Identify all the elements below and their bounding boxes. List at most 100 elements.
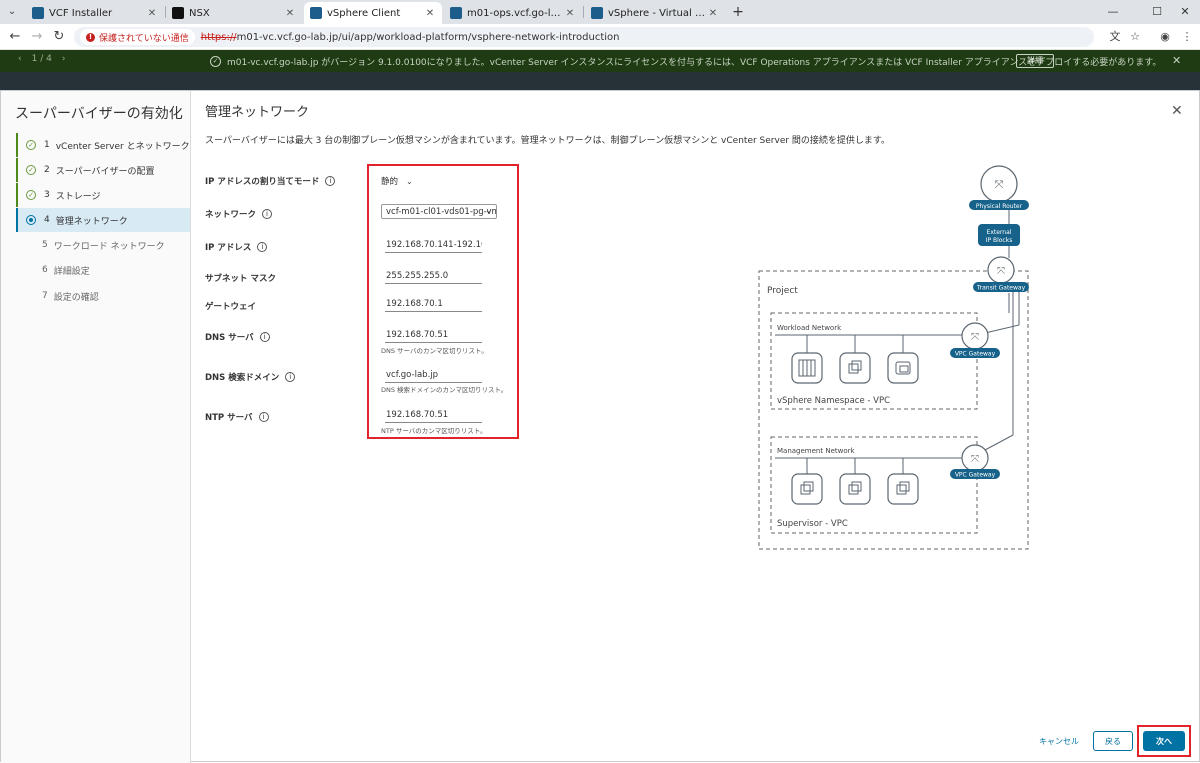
- step-management-network[interactable]: 4 管理ネットワーク: [16, 208, 190, 232]
- step-label: 管理ネットワーク: [55, 216, 128, 227]
- maximize-icon[interactable]: ☐: [1148, 3, 1166, 21]
- close-icon[interactable]: ✕: [564, 8, 576, 19]
- external-ip-label-2: IP Blocks: [986, 237, 1013, 244]
- step-label: 詳細設定: [53, 266, 90, 277]
- pending-step-icon: [24, 291, 34, 301]
- url-scheme: https://: [200, 31, 237, 43]
- tab-search-icon[interactable]: ⌄: [4, 4, 20, 20]
- wizard-title: スーパーバイザーの有効化: [15, 106, 183, 122]
- step-number: 1: [44, 140, 50, 150]
- ip-mode-label: IP アドレスの割り当てモード i: [205, 175, 336, 187]
- browser-tab-bar: ⌄ VCF Installer ✕ NSX ✕ vSphere Client ✕…: [0, 0, 1200, 24]
- step-storage[interactable]: ✓ 3 ストレージ: [16, 183, 190, 207]
- vpc-gateway-label: VPC Gateway: [955, 472, 996, 479]
- step-label: ストレージ: [55, 191, 101, 202]
- close-icon[interactable]: ✕: [284, 8, 296, 19]
- back-button[interactable]: 戻る: [1093, 731, 1133, 751]
- new-tab-button[interactable]: +: [729, 3, 747, 21]
- transit-gateway-label: Transit Gateway: [976, 285, 1026, 292]
- dns-server-label: DNS サーバ i: [205, 331, 270, 343]
- info-icon[interactable]: i: [258, 412, 269, 422]
- tab-vsphere-client[interactable]: vSphere Client ✕: [304, 2, 442, 24]
- info-icon[interactable]: i: [285, 372, 296, 382]
- step-number: 7: [42, 291, 48, 301]
- vsphere-favicon: [591, 7, 603, 19]
- tab-label: NSX: [189, 7, 210, 19]
- info-icon[interactable]: i: [259, 332, 270, 342]
- banner-pager: ‹ 1 / 4 ›: [18, 54, 65, 64]
- vm-icon: [791, 473, 823, 505]
- tab-label: VCF Installer: [49, 7, 113, 19]
- back-arrow-icon[interactable]: ←: [6, 28, 24, 46]
- close-icon[interactable]: ✕: [424, 8, 436, 19]
- security-chip[interactable]: ! 保護されていない通信: [80, 29, 195, 45]
- forward-arrow-icon[interactable]: →: [28, 28, 46, 46]
- page-title: 管理ネットワーク: [205, 105, 310, 120]
- reload-icon[interactable]: ↻: [50, 28, 68, 46]
- server-rack-icon: [791, 352, 823, 384]
- tab-label: vSphere Client: [327, 7, 401, 19]
- info-icon[interactable]: i: [325, 176, 336, 186]
- url-text: m01-vc.vcf.go-lab.jp/ui/app/workload-pla…: [236, 31, 620, 43]
- check-circle-icon: ✓: [26, 190, 36, 200]
- chevron-right-icon[interactable]: ›: [62, 54, 66, 64]
- svg-text:⤧: ⤧: [971, 454, 979, 465]
- step-number: 6: [42, 265, 48, 275]
- pending-step-icon: [24, 240, 34, 250]
- profile-icon[interactable]: ◉: [1156, 28, 1174, 46]
- tab-nsx[interactable]: NSX ✕: [166, 2, 302, 24]
- license-banner: ‹ 1 / 4 › ✓ m01-vc.vcf.go-lab.jp がバージョン …: [0, 50, 1200, 72]
- current-step-icon: [26, 215, 36, 225]
- svg-text:⤧: ⤧: [997, 266, 1005, 277]
- pending-step-icon: [24, 265, 34, 275]
- browser-toolbar: ← → ↻ ! 保護されていない通信 https:// m01-vc.vcf.g…: [0, 24, 1200, 50]
- cancel-button[interactable]: キャンセル: [1031, 731, 1087, 751]
- svg-text:⤧: ⤧: [995, 178, 1004, 191]
- banner-close-icon[interactable]: ✕: [1172, 54, 1181, 67]
- step-advanced-settings: 6 詳細設定: [16, 258, 190, 282]
- tab-vcf-installer[interactable]: VCF Installer ✕: [26, 2, 164, 24]
- chevron-left-icon[interactable]: ‹: [18, 54, 22, 64]
- translate-icon[interactable]: 文: [1106, 28, 1124, 46]
- info-icon[interactable]: i: [257, 242, 268, 252]
- security-label: 保護されていない通信: [99, 33, 189, 44]
- field-label: DNS サーバ: [205, 333, 254, 343]
- window-close-icon[interactable]: ✕: [1176, 3, 1194, 21]
- external-ip-label-1: External: [987, 229, 1012, 236]
- field-label: ネットワーク: [205, 210, 257, 220]
- check-circle-icon: ✓: [26, 165, 36, 175]
- step-vcenter-network[interactable]: ✓ 1 vCenter Server とネットワーク: [16, 133, 190, 157]
- workload-vm-icons: [791, 352, 919, 384]
- vm-icon: [839, 352, 871, 384]
- close-icon[interactable]: ✕: [1171, 103, 1183, 119]
- browser-menu-icon[interactable]: ⋮: [1178, 28, 1196, 46]
- svg-text:⤧: ⤧: [971, 332, 979, 343]
- vm-icon: [887, 473, 919, 505]
- project-label: Project: [767, 286, 798, 296]
- vpc-gateway-label: VPC Gateway: [955, 351, 996, 358]
- step-supervisor-placement[interactable]: ✓ 2 スーパーバイザーの配置: [16, 158, 190, 182]
- step-number: 2: [44, 165, 50, 175]
- close-icon[interactable]: ✕: [707, 8, 719, 19]
- close-icon[interactable]: ✕: [146, 8, 158, 19]
- highlight-box-next: [1137, 725, 1191, 757]
- supervisor-vpc-label: Supervisor - VPC: [777, 519, 848, 529]
- supervisor-vm-icons: [791, 473, 919, 505]
- step-label: 設定の確認: [53, 292, 99, 303]
- step-workload-network: 5 ワークロード ネットワーク: [16, 233, 190, 257]
- network-topology-diagram: ⤧ Physical Router External IP Blocks ⤧ T…: [758, 165, 1029, 550]
- address-bar[interactable]: ! 保護されていない通信 https:// m01-vc.vcf.go-lab.…: [74, 27, 1094, 47]
- step-label: vCenter Server とネットワーク: [55, 141, 190, 152]
- field-label: IP アドレス: [205, 243, 252, 253]
- bookmark-star-icon[interactable]: ☆: [1126, 28, 1144, 46]
- field-label: DNS 検索ドメイン: [205, 373, 280, 383]
- minimize-icon[interactable]: —: [1104, 3, 1122, 21]
- page-description: スーパーバイザーには最大 3 台の制御プレーン仮想マシンが含まれています。管理ネ…: [205, 136, 891, 146]
- step-number: 5: [42, 240, 48, 250]
- tab-ops-login[interactable]: m01-ops.vcf.go-lab.jp/ui/login.a ✕: [444, 2, 582, 24]
- tab-vpc[interactable]: vSphere - Virtual Private Clouds ✕: [585, 2, 725, 24]
- banner-details-button[interactable]: 詳細: [1016, 54, 1054, 68]
- info-icon[interactable]: i: [262, 209, 273, 219]
- check-circle-icon: ✓: [210, 56, 221, 67]
- vm-icon: [887, 352, 919, 384]
